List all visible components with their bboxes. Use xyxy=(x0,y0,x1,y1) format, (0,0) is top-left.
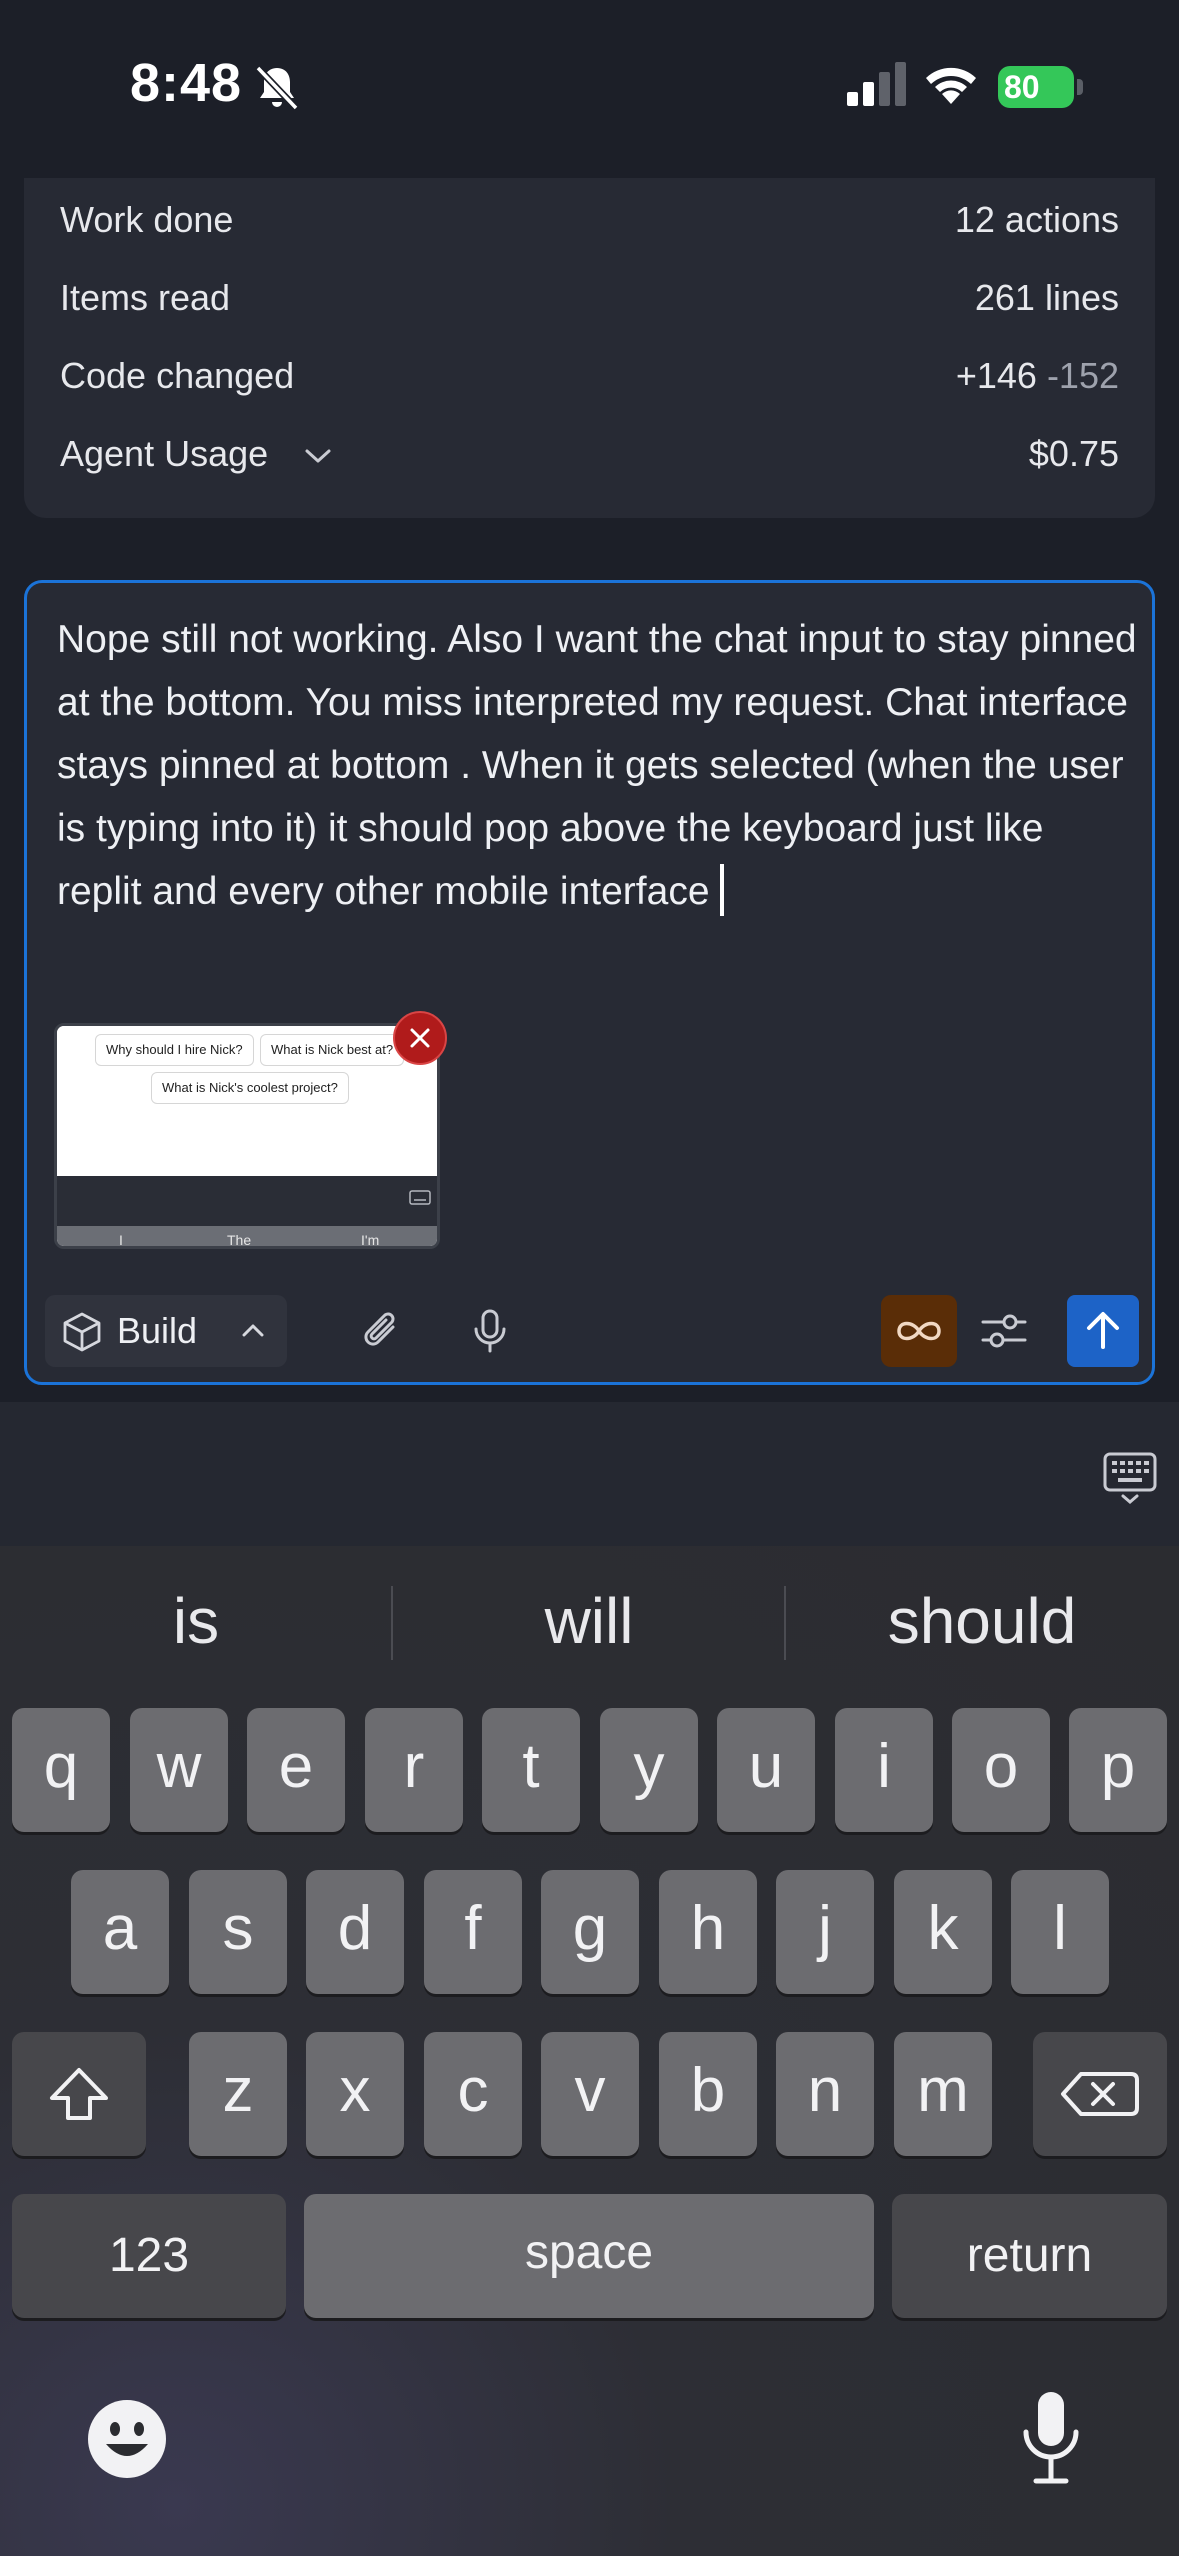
chat-input-card[interactable]: Nope still not working. Also I want the … xyxy=(24,580,1155,1385)
key-u[interactable]: u xyxy=(717,1708,815,1832)
infinity-icon xyxy=(897,1321,941,1341)
key-m[interactable]: m xyxy=(894,2032,992,2156)
wifi-icon xyxy=(926,67,976,104)
thumb-keyboard-hint: The xyxy=(227,1232,252,1248)
key-x[interactable]: x xyxy=(306,2032,404,2156)
summary-value: $0.75 xyxy=(1028,433,1119,474)
key-o[interactable]: o xyxy=(952,1708,1050,1832)
key-k[interactable]: k xyxy=(894,1870,992,1994)
close-icon xyxy=(410,1028,430,1048)
key-v[interactable]: v xyxy=(541,2032,639,2156)
summary-value: 12 actions xyxy=(954,199,1119,240)
suggestion-chip: What is Nick's coolest project? xyxy=(151,1072,349,1104)
chevron-up-icon xyxy=(242,1324,264,1337)
microphone-icon[interactable] xyxy=(467,1307,513,1355)
suggestion-is[interactable]: is xyxy=(0,1584,392,1658)
chat-input-field[interactable]: Nope still not working. Also I want the … xyxy=(57,608,1137,923)
chat-input-text: Nope still not working. Also I want the … xyxy=(57,618,1137,913)
key-j[interactable]: j xyxy=(776,1870,874,1994)
summary-label: Agent Usage xyxy=(60,433,269,474)
signal-icon xyxy=(847,62,906,106)
lines-removed: -152 xyxy=(1046,355,1119,396)
suggestion-will[interactable]: will xyxy=(393,1584,785,1658)
status-bar: 8:48 80 xyxy=(0,0,1179,175)
agent-usage-toggle[interactable]: Agent Usage xyxy=(60,433,332,475)
summary-row-code-changed: Code changed +146 -152 xyxy=(60,346,1119,406)
key-t[interactable]: t xyxy=(482,1708,580,1832)
shift-arrow-icon xyxy=(50,2068,108,2120)
remove-attachment-button[interactable] xyxy=(393,1011,447,1065)
status-time: 8:48 xyxy=(130,53,243,113)
chevron-down-icon xyxy=(305,449,331,463)
battery-indicator: 80 xyxy=(998,66,1083,108)
keyboard-accessory-bar xyxy=(0,1402,1179,1546)
infinity-mode-button[interactable] xyxy=(881,1295,957,1367)
key-n[interactable]: n xyxy=(776,2032,874,2156)
key-q[interactable]: q xyxy=(12,1708,110,1832)
key-p[interactable]: p xyxy=(1069,1708,1167,1832)
key-b[interactable]: b xyxy=(659,2032,757,2156)
hide-keyboard-icon[interactable] xyxy=(1102,1450,1158,1506)
summary-row-work-done: Work done 12 actions xyxy=(60,190,1119,250)
onscreen-keyboard: is will should q w e r t y u i o p a s d… xyxy=(0,1546,1179,2556)
key-g[interactable]: g xyxy=(541,1870,639,1994)
summary-value: 261 lines xyxy=(974,277,1119,318)
keyboard-icon xyxy=(409,1190,431,1205)
arrow-up-icon xyxy=(1087,1312,1119,1349)
backspace-key[interactable] xyxy=(1033,2032,1167,2156)
key-e[interactable]: e xyxy=(247,1708,345,1832)
input-toolbar: Build xyxy=(45,1295,1139,1367)
mode-label: Build xyxy=(117,1310,198,1351)
mode-selector-button[interactable]: Build xyxy=(45,1295,287,1367)
numbers-key[interactable]: 123 xyxy=(12,2194,286,2318)
text-caret xyxy=(719,863,724,916)
key-i[interactable]: i xyxy=(835,1708,933,1832)
key-r[interactable]: r xyxy=(365,1708,463,1832)
key-c[interactable]: c xyxy=(424,2032,522,2156)
settings-sliders-icon[interactable] xyxy=(979,1307,1029,1355)
summary-label: Items read xyxy=(60,277,231,318)
space-key[interactable]: space xyxy=(304,2194,874,2318)
key-s[interactable]: s xyxy=(189,1870,287,1994)
lines-added: +146 xyxy=(955,355,1037,396)
summary-row-agent-usage[interactable]: Agent Usage $0.75 xyxy=(60,424,1119,484)
dictation-microphone-icon[interactable] xyxy=(1016,2388,1086,2488)
key-y[interactable]: y xyxy=(600,1708,698,1832)
return-key[interactable]: return xyxy=(892,2194,1167,2318)
key-l[interactable]: l xyxy=(1011,1870,1109,1994)
summary-label: Code changed xyxy=(60,355,295,396)
attachment-thumbnail[interactable]: Why should I hire Nick? What is Nick bes… xyxy=(54,1023,440,1249)
paperclip-icon[interactable] xyxy=(359,1307,405,1355)
run-summary-card: Work done 12 actions Items read 261 line… xyxy=(24,178,1155,518)
code-diff: +146 -152 xyxy=(956,355,1119,397)
bell-slash-icon xyxy=(255,65,299,111)
key-d[interactable]: d xyxy=(306,1870,404,1994)
key-w[interactable]: w xyxy=(130,1708,228,1832)
thumb-keyboard-hint: I xyxy=(119,1232,123,1248)
emoji-icon[interactable] xyxy=(86,2398,168,2480)
shift-key[interactable] xyxy=(12,2032,146,2156)
key-z[interactable]: z xyxy=(189,2032,287,2156)
suggestion-chip: What is Nick best at? xyxy=(260,1034,405,1066)
battery-level: 80 xyxy=(1004,69,1040,105)
suggestion-should[interactable]: should xyxy=(786,1584,1178,1658)
key-h[interactable]: h xyxy=(659,1870,757,1994)
cube-icon xyxy=(63,1312,101,1352)
suggestion-chip: Why should I hire Nick? xyxy=(95,1034,254,1066)
send-button[interactable] xyxy=(1067,1295,1139,1367)
backspace-icon xyxy=(1061,2072,1139,2116)
summary-label: Work done xyxy=(60,199,234,240)
summary-row-items-read: Items read 261 lines xyxy=(60,268,1119,328)
key-a[interactable]: a xyxy=(71,1870,169,1994)
thumb-keyboard-hint: I'm xyxy=(361,1232,380,1248)
key-f[interactable]: f xyxy=(424,1870,522,1994)
